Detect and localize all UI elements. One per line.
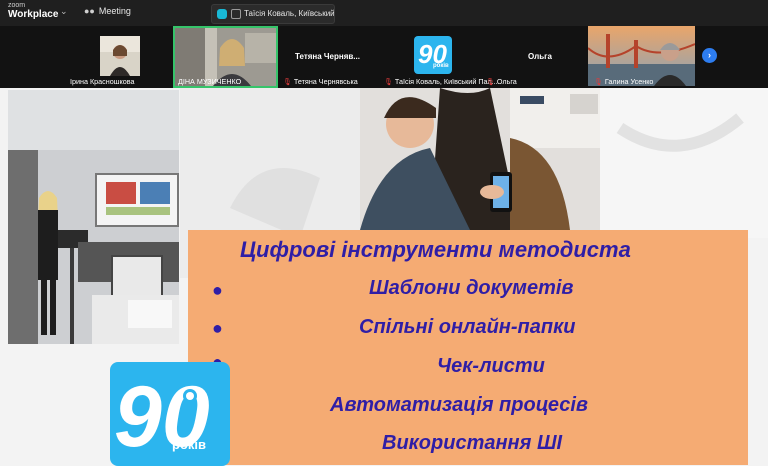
- mic-muted-icon: 🎙: [594, 79, 603, 86]
- slide-item: Спільні онлайн-папки: [359, 316, 576, 338]
- participant-tile[interactable]: Тетяна Черняв... 🎙 Тетяна Чернявська: [283, 26, 395, 88]
- chevron-down-icon[interactable]: ⌄: [60, 6, 68, 17]
- participant-tile[interactable]: 90 років 🎙 Таїсія Коваль, Київський Пал..…: [384, 26, 498, 88]
- slide-item: Чек-листи: [437, 355, 545, 377]
- participants-icon: ●●: [84, 6, 95, 16]
- screen-share-tab[interactable]: Таїсія Коваль, Київський Па: [211, 4, 335, 24]
- participant-name: 🎙 Таїсія Коваль, Київський Пал...: [384, 77, 498, 86]
- mic-muted-icon: 🎙: [283, 79, 292, 86]
- participant-logo-text: років: [433, 63, 449, 69]
- participant-tile-active[interactable]: ДІНА МУЗИЧЕНКО: [173, 26, 278, 88]
- anniversary-logo: 90 років: [110, 362, 230, 466]
- brand-small: zoom: [8, 2, 26, 9]
- participant-strip: Ірина Красношкова ДІНА МУЗИЧЕНКО Тетяна …: [0, 26, 768, 88]
- mic-muted-icon: 🎙: [384, 79, 393, 86]
- top-bar: zoom Workplace ⌄ ●● Meeting Таїсія Коваль…: [0, 0, 768, 26]
- participant-tile[interactable]: Ольга 🎙 Ольга: [484, 26, 588, 88]
- slide-photo-presentation: [8, 90, 179, 344]
- participant-tile[interactable]: 🎙 Галина Усенко: [588, 26, 696, 88]
- logo-text: років: [172, 437, 206, 452]
- brand-name: Workplace: [8, 9, 59, 20]
- slide-photo-student: [360, 88, 600, 230]
- participant-display-name: Ольга: [528, 52, 552, 61]
- participant-display-name: Тетяна Черняв...: [295, 52, 360, 61]
- mic-muted-icon: 🎙: [486, 79, 495, 86]
- logo-emblem: 90: [114, 369, 210, 465]
- zoom-app-icon: [217, 9, 227, 19]
- participant-name: Ірина Красношкова: [70, 77, 135, 86]
- participant-name: 🎙 Тетяна Чернявська: [283, 77, 358, 86]
- meeting-label: Meeting: [98, 6, 131, 16]
- share-window-icon: [231, 9, 241, 19]
- share-tab-label: Таїсія Коваль, Київський Па: [244, 9, 335, 18]
- participant-name: 🎙 Галина Усенко: [594, 77, 654, 86]
- participant-name: ДІНА МУЗИЧЕНКО: [178, 77, 242, 86]
- participant-video: [100, 36, 140, 76]
- slide-item: Автоматизація процесів: [330, 394, 588, 416]
- next-page-arrow-icon[interactable]: ›: [702, 48, 717, 63]
- participant-logo: 90 років: [414, 36, 452, 74]
- slide-content-card: [188, 230, 748, 465]
- slide-item: Шаблони докуметів: [369, 277, 574, 299]
- participant-name: 🎙 Ольга: [486, 77, 517, 86]
- slide-item: Використання ШІ: [382, 432, 563, 454]
- bullet-icon: ●: [212, 280, 223, 300]
- app-brand: zoom Workplace: [8, 2, 58, 20]
- participant-tile[interactable]: Ірина Красношкова: [64, 26, 174, 88]
- meeting-menu[interactable]: ●● Meeting: [84, 6, 131, 16]
- bullet-icon: ●: [212, 318, 223, 338]
- slide-title: Цифрові інструменти методиста: [240, 237, 631, 262]
